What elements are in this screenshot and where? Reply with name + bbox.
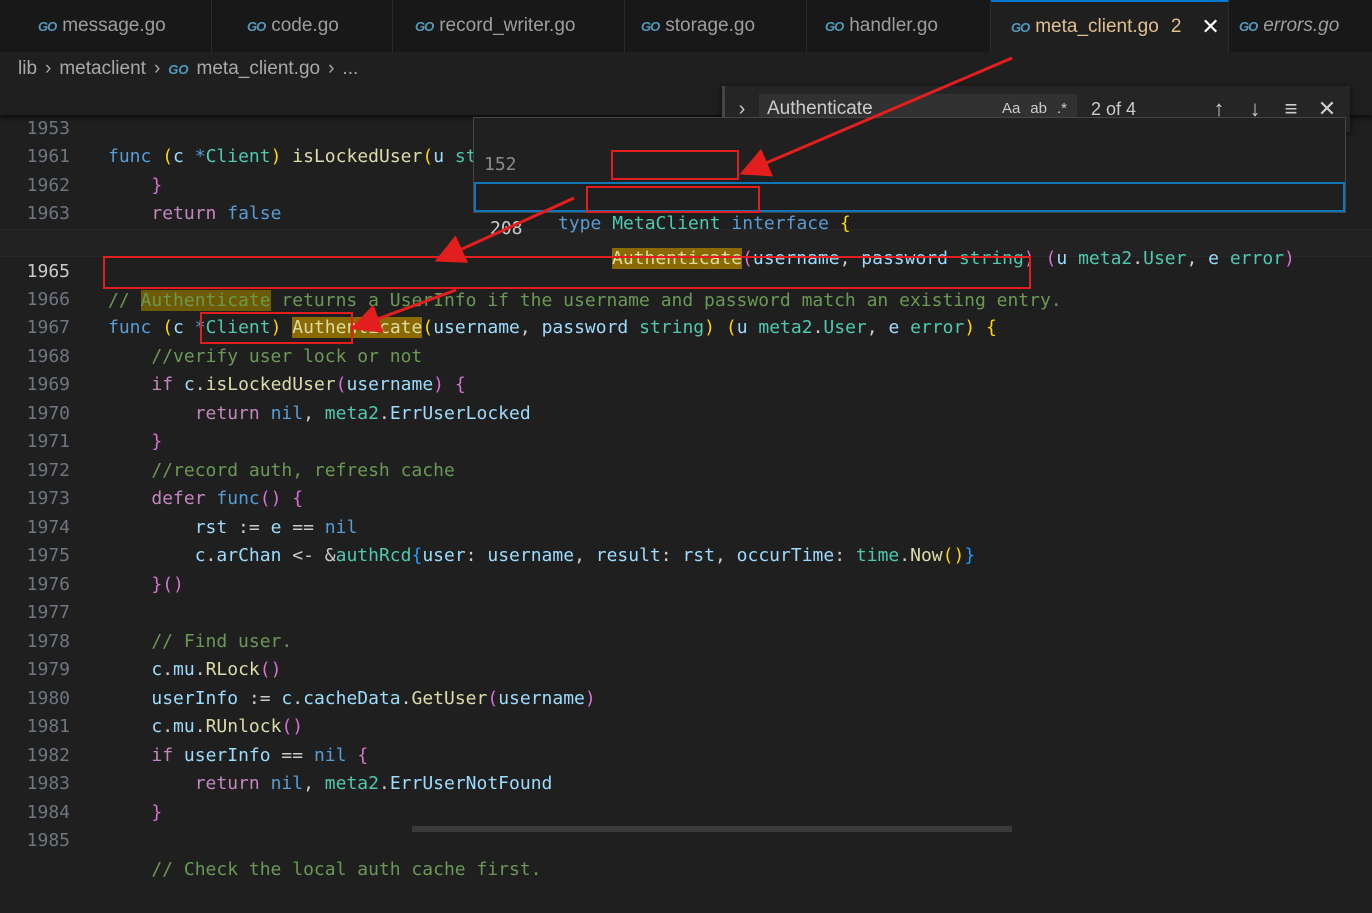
code-line-1969[interactable]: 1969 return nil, meta2.ErrUserLocked bbox=[0, 343, 1372, 424]
horizontal-scrollbar[interactable] bbox=[412, 826, 1012, 832]
tab-label: handler.go bbox=[849, 15, 938, 36]
line-number: 1985 bbox=[26, 830, 70, 851]
code-line-1970[interactable]: 1970 } bbox=[0, 371, 1372, 453]
breadcrumb-folder-lib[interactable]: lib bbox=[18, 58, 37, 80]
code-line-1971[interactable]: 1971 //record auth, refresh cache bbox=[0, 400, 1372, 481]
code-line-1977[interactable]: 1977 // Find user. bbox=[0, 571, 1372, 652]
chevron-right-icon: › bbox=[153, 58, 161, 79]
code-line-1968[interactable]: 1968 if c.isLockedUser(username) { bbox=[0, 314, 1372, 396]
code-line-1985[interactable]: 1985 // Check the local auth cache first… bbox=[0, 799, 1372, 880]
close-icon[interactable]: ✕ bbox=[1201, 14, 1219, 40]
go-icon: GO bbox=[641, 18, 660, 34]
problems-count-badge: 2 bbox=[1170, 16, 1182, 37]
code-line-1976[interactable]: 1976 bbox=[0, 542, 1372, 595]
tab-label: storage.go bbox=[665, 15, 756, 36]
go-icon: GO bbox=[1239, 18, 1258, 34]
go-icon: GO bbox=[247, 18, 266, 34]
breadcrumb-symbol[interactable]: ... bbox=[342, 58, 358, 80]
code-line-1983[interactable]: 1983 } bbox=[0, 742, 1372, 823]
go-icon: GO bbox=[1011, 19, 1030, 35]
code-line-1982[interactable]: 1982 return nil, meta2.ErrUserNotFound bbox=[0, 713, 1372, 795]
tab-label: errors.go bbox=[1263, 15, 1340, 36]
tab-message-go[interactable]: GO message.go bbox=[0, 0, 212, 52]
code-line: type MetaClient interface { bbox=[558, 213, 851, 234]
tab-errors-go[interactable]: GO errors.go bbox=[1229, 0, 1372, 52]
tab-label: message.go bbox=[62, 15, 166, 36]
go-icon: GO bbox=[415, 18, 434, 34]
code-line-1972[interactable]: 1972 defer func() { bbox=[0, 428, 1372, 510]
line-number: 208 bbox=[490, 218, 523, 239]
code-line-1978[interactable]: 1978 c.mu.RLock() bbox=[0, 599, 1372, 681]
tab-label: meta_client.go bbox=[1035, 16, 1159, 37]
go-icon: GO bbox=[38, 18, 57, 34]
chevron-right-icon: › bbox=[45, 58, 52, 79]
tab-record-writer-go[interactable]: GO record_writer.go bbox=[393, 0, 625, 52]
tab-handler-go[interactable]: GO handler.go bbox=[807, 0, 991, 52]
code-line: Authenticate(username, password string) … bbox=[612, 248, 1295, 269]
breadcrumb-file[interactable]: meta_client.go bbox=[197, 58, 321, 80]
code-line-1967[interactable]: 1967 //verify user lock or not bbox=[0, 286, 1372, 367]
editor-tab-bar: GO message.go GO code.go GO record_write… bbox=[0, 0, 1372, 52]
code-line-1981[interactable]: 1981 if userInfo == nil { bbox=[0, 685, 1372, 766]
tab-storage-go[interactable]: GO storage.go bbox=[625, 0, 807, 52]
go-icon: GO bbox=[825, 18, 844, 34]
code-line-1973[interactable]: 1973 rst := e == nil bbox=[0, 457, 1372, 538]
tab-label: record_writer.go bbox=[439, 15, 576, 36]
code-line-1979[interactable]: 1979 userInfo := c.cacheData.GetUser(use… bbox=[0, 628, 1372, 709]
breadcrumb: lib › metaclient › GO meta_client.go › .… bbox=[0, 52, 1372, 86]
breadcrumb-folder-metaclient[interactable]: metaclient bbox=[59, 58, 146, 80]
go-icon: GO bbox=[168, 61, 189, 77]
peek-line-208[interactable]: 208 Authenticate(username, password stri… bbox=[474, 182, 1345, 269]
code-line-1984[interactable]: 1984 bbox=[0, 770, 1372, 823]
tab-meta-client-go[interactable]: GO meta_client.go 2 ✕ bbox=[991, 0, 1229, 52]
code-line-1975[interactable]: 1975 }() bbox=[0, 514, 1372, 595]
peek-line-152[interactable]: 152 // MetaClient is an interface for ac… bbox=[474, 120, 1345, 205]
line-number: 1953 bbox=[26, 117, 70, 139]
code-line-1974[interactable]: 1974 c.arChan <- &authRcd{user: username… bbox=[0, 485, 1372, 567]
peek-line-153[interactable]: 153 type MetaClient interface { bbox=[474, 149, 1345, 234]
code-line: // Check the local auth cache first. bbox=[108, 858, 542, 880]
code-line-1980[interactable]: 1980 c.mu.RUnlock() bbox=[0, 656, 1372, 738]
tab-code-go[interactable]: GO code.go bbox=[212, 0, 393, 52]
definition-peek-popup: 152 // MetaClient is an interface for ac… bbox=[473, 117, 1346, 269]
tab-label: code.go bbox=[271, 15, 339, 36]
chevron-right-icon: › bbox=[328, 58, 335, 79]
